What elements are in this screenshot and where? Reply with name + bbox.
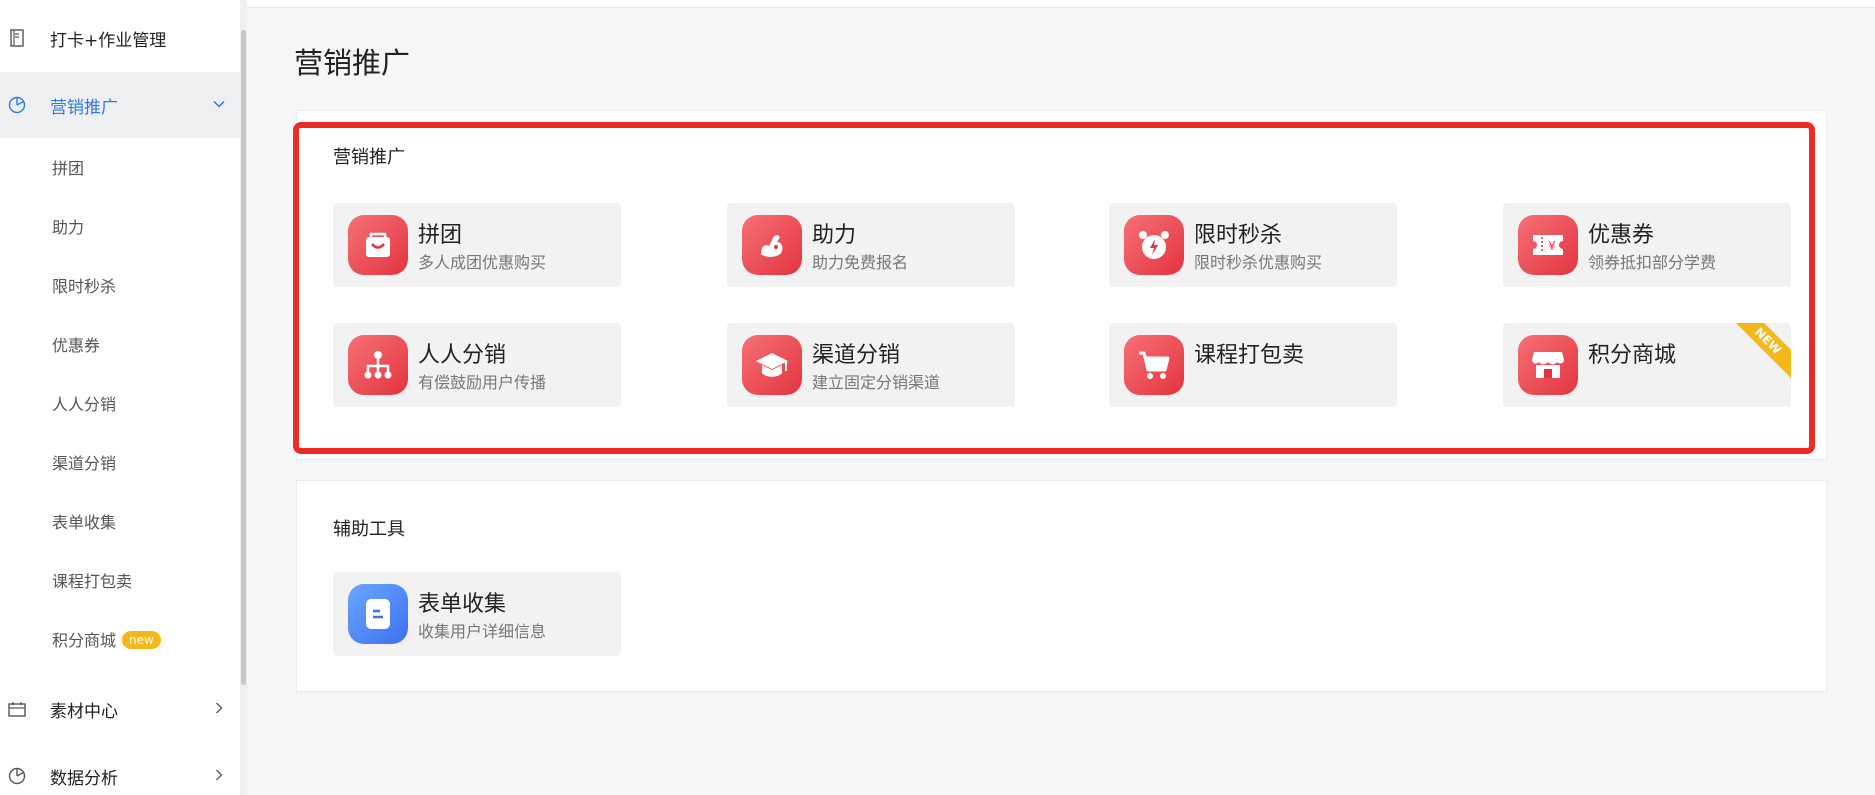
sidebar-subitem-coupon[interactable]: 优惠券 [52,331,100,361]
sidebar-item-label: 营销推广 [50,97,118,118]
card-title: 表单收集 [418,592,507,617]
sidebar-subitem-channel[interactable]: 渠道分销 [52,449,116,479]
tools-panel: 辅助工具 表单收集 收集用户详细信息 [296,480,1827,692]
sidebar-item-checkin-homework[interactable]: 打卡+作业管理 [0,5,240,71]
new-badge: new [122,631,161,649]
card-desc: 收集用户详细信息 [418,622,547,641]
pie-chart-icon [8,96,26,114]
sidebar-scrollbar[interactable] [240,0,247,795]
sidebar-subitem-group-buy[interactable]: 拼团 [52,154,84,184]
page-title: 营销推广 [294,46,411,80]
sidebar-item-analytics[interactable]: 数据分析 [0,743,240,795]
sidebar-subitem-bundle[interactable]: 课程打包卖 [52,567,132,597]
form-icon [348,584,408,644]
sidebar-subitem-form[interactable]: 表单收集 [52,508,116,538]
section-title: 辅助工具 [333,519,405,540]
sidebar-item-label: 素材中心 [50,701,118,722]
sidebar: 打卡+作业管理 营销推广 拼团 助力 限时秒杀 优惠券 人人分销 渠道分销 表单… [0,0,240,795]
scrollbar-thumb[interactable] [241,30,246,685]
sidebar-subitem-distribution[interactable]: 人人分销 [52,390,116,420]
chevron-right-icon [212,700,226,719]
sidebar-item-label: 数据分析 [50,768,118,789]
sidebar-subitem-flash-sale[interactable]: 限时秒杀 [52,272,116,302]
sidebar-item-marketing[interactable]: 营销推广 [0,72,240,138]
sidebar-item-materials[interactable]: 素材中心 [0,676,240,742]
notebook-icon [8,29,26,47]
calendar-icon [8,700,26,718]
sidebar-item-label: 打卡+作业管理 [50,30,167,51]
chevron-right-icon [212,767,226,786]
sidebar-subitem-assist[interactable]: 助力 [52,213,84,243]
card-form-collection[interactable]: 表单收集 收集用户详细信息 [333,572,621,656]
header-strip [247,0,1875,8]
highlight-box [293,122,1815,454]
pie-chart-icon [8,767,26,785]
sidebar-subitem-label: 积分商城 [52,631,117,650]
sidebar-subitem-points-mall[interactable]: 积分商城 new [52,626,161,656]
chevron-down-icon [212,96,226,115]
